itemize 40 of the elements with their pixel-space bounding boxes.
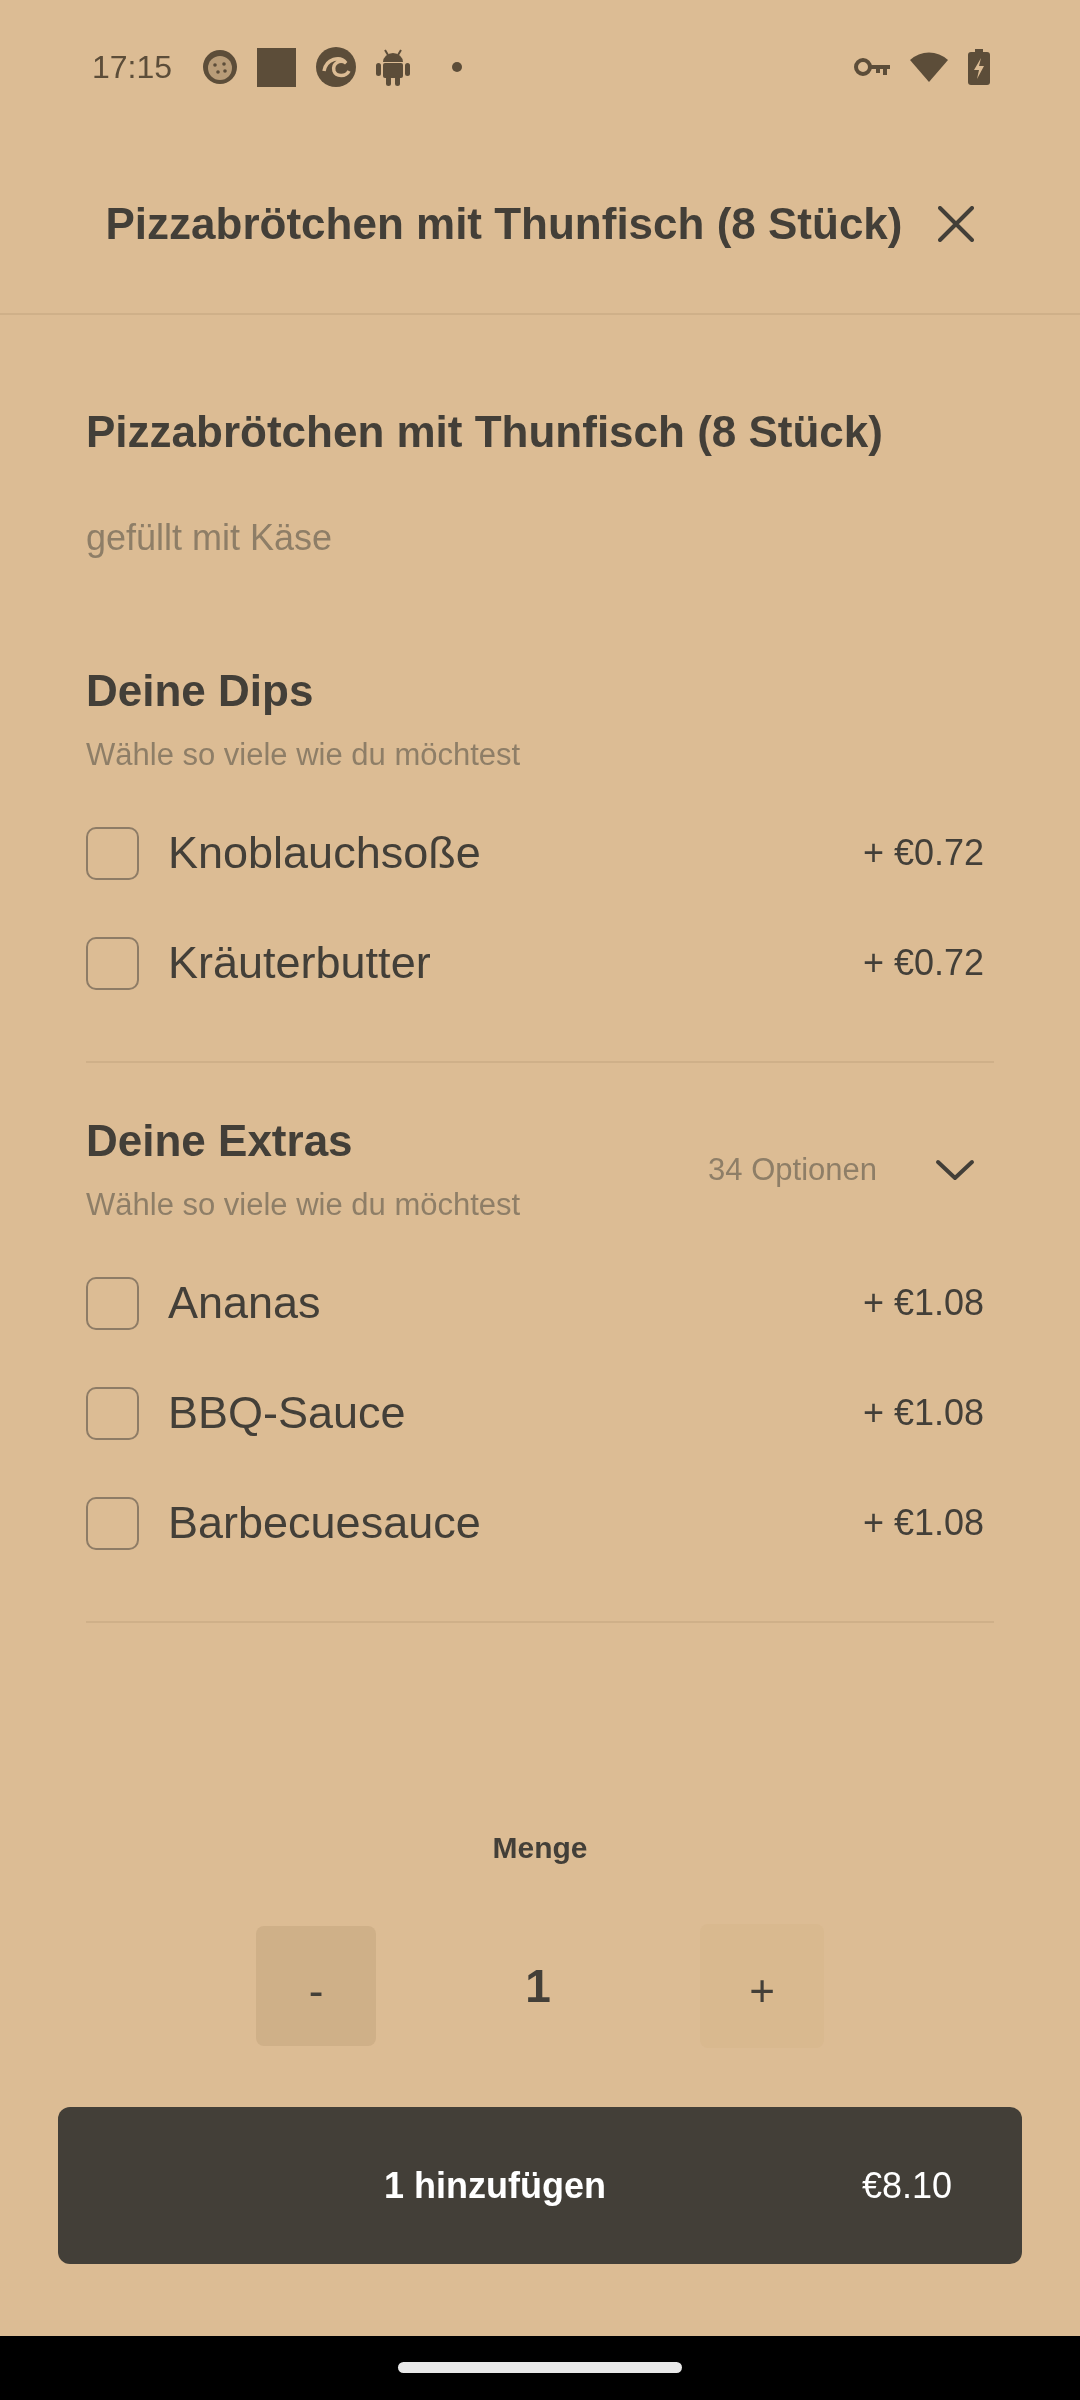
option-label: Ananas [168,1277,322,1329]
increment-button[interactable]: + [700,1924,824,2048]
battery-charging-icon [968,49,990,85]
decrement-button[interactable]: - [256,1926,376,2046]
product-description: gefüllt mit Käse [86,516,334,560]
option-price: + €1.08 [862,1282,984,1324]
quantity-label: Menge [492,1830,588,1866]
swirl-icon [316,47,357,87]
checkbox[interactable] [86,826,139,880]
checkbox[interactable] [86,1496,139,1550]
cookie-icon [203,50,238,84]
options-count: 34 Optionen [708,1151,877,1188]
checkbox[interactable] [86,936,139,990]
robot-icon [376,48,411,86]
option-label: Kräuterbutter [168,937,432,989]
dot-icon [452,62,463,72]
dialog-title: Pizzabrötchen mit Thunfisch (8 Stück) [105,197,903,250]
option-price: + €0.72 [862,942,984,984]
product-title: Pizzabrötchen mit Thunfisch (8 Stück) [86,406,884,458]
chevron-icon[interactable] [935,1157,975,1182]
close-icon[interactable] [938,205,975,242]
checkbox[interactable] [86,1276,139,1330]
wifi-icon [910,52,948,82]
button-price: €8.10 [861,2164,952,2207]
option-label: Knoblauchsoße [168,827,482,879]
option-price: + €1.08 [862,1502,984,1544]
option-price: + €0.72 [862,832,984,874]
key-icon [854,57,890,77]
square-icon [257,47,297,87]
status-time: 17:15 [92,48,173,86]
option-price: + €1.08 [862,1392,984,1434]
add-to-cart-button[interactable]: 1 hinzufügen €8.10 [58,2107,1022,2264]
quantity-value: 1 [524,1959,552,2013]
group-hint: Wähle so viele wie du möchtest [86,736,522,774]
option-label: Barbecuesauce [168,1497,482,1549]
checkbox[interactable] [86,1386,139,1440]
group-title: Deine Extras [86,1115,354,1167]
group-hint: Wähle so viele wie du möchtest [86,1186,522,1224]
option-label: BBQ-Sauce [168,1387,407,1439]
group-title: Deine Dips [86,665,315,717]
